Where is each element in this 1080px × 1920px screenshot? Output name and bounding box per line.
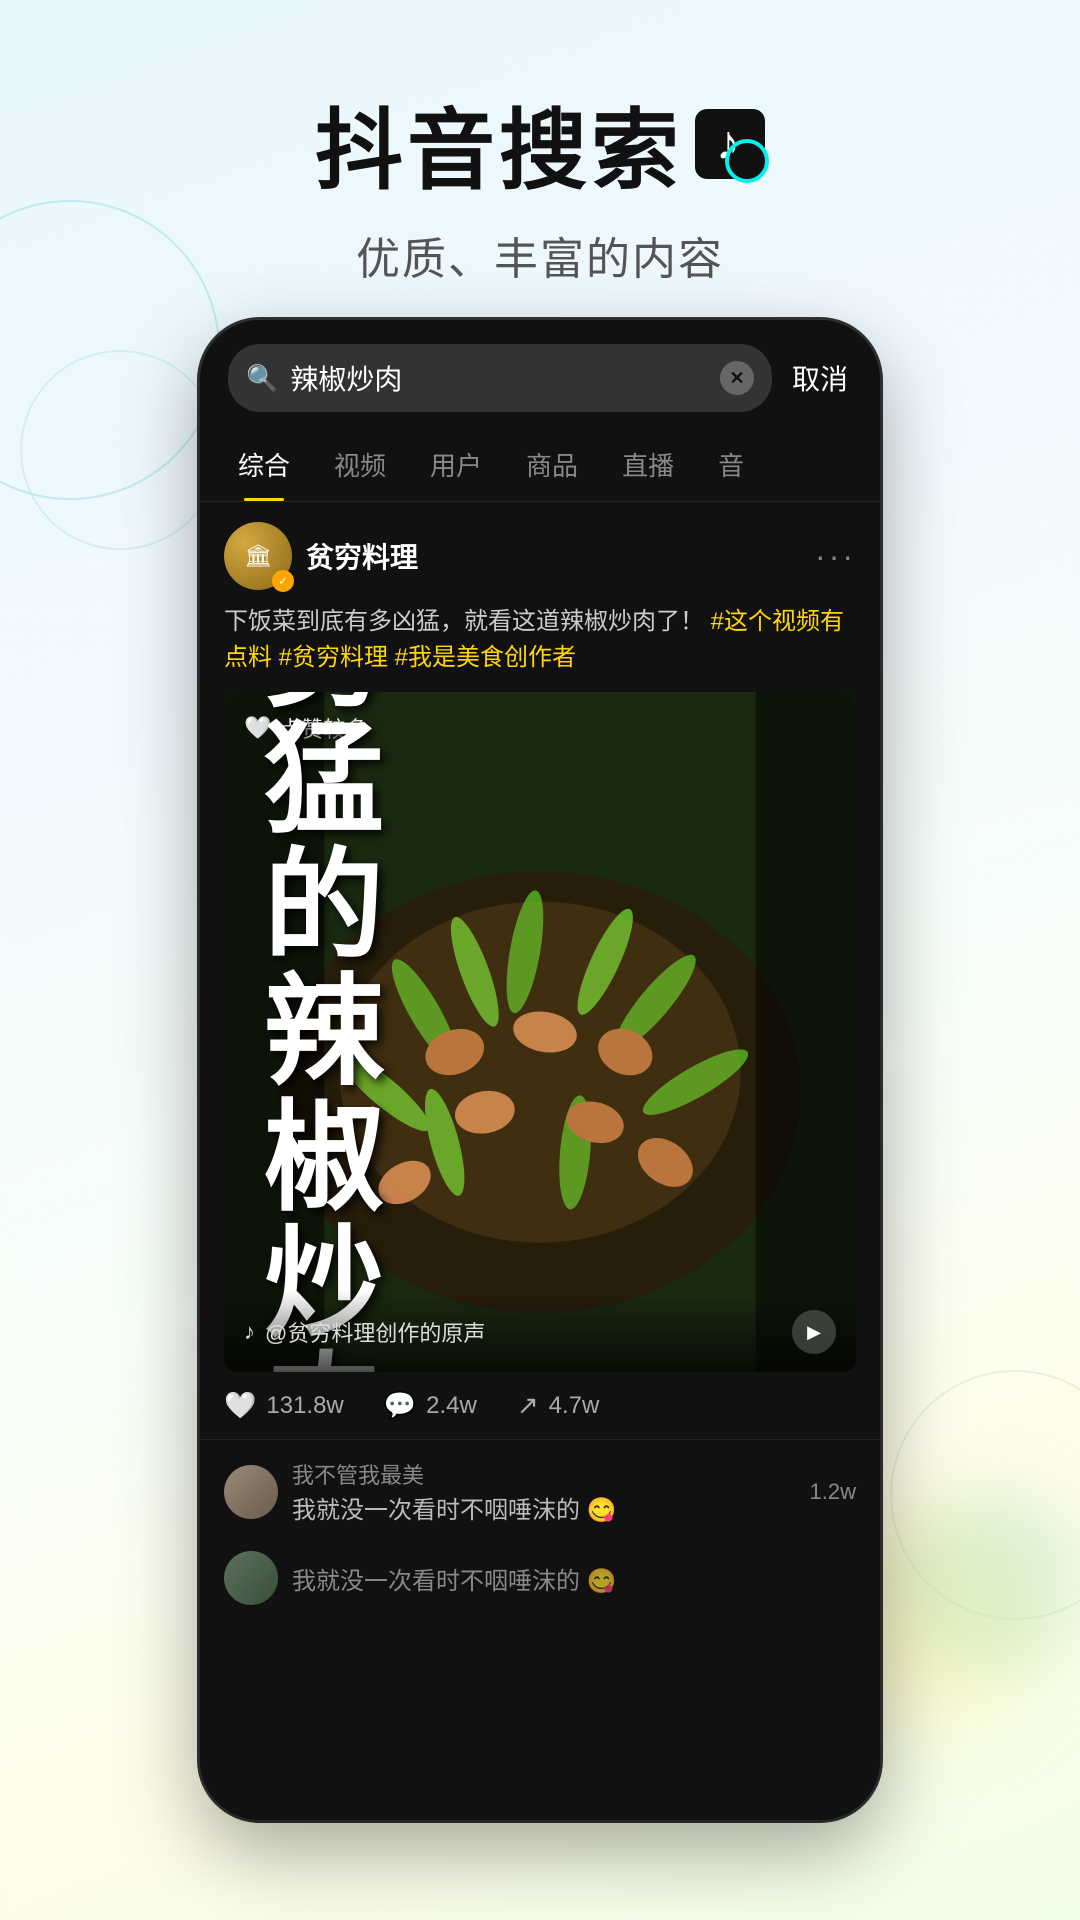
video-source: ♪ @贫穷料理创作的原声 [244, 1316, 485, 1348]
commenter-avatar [224, 1465, 278, 1519]
tab-comprehensive[interactable]: 综合 [216, 428, 312, 501]
like-stat[interactable]: 🤍 131.8w [224, 1390, 344, 1421]
content-area: 🏛 ✓ 贫穷料理 ··· 下饭菜到底有多凶猛，就看这道辣椒炒肉了！ #这个视频有… [200, 502, 880, 1820]
phone-outer: 🔍 辣椒炒肉 ✕ 取消 综合 视频 用户 商品 [200, 320, 880, 1820]
verified-badge: ✓ [272, 570, 294, 592]
search-input-box[interactable]: 🔍 辣椒炒肉 ✕ [228, 344, 772, 412]
app-title-row: 抖音搜索 ♪ [0, 80, 1080, 207]
comment-count-badge: 1.2w [810, 1479, 856, 1505]
search-bar-row: 🔍 辣椒炒肉 ✕ 取消 [200, 320, 880, 428]
comment-content: 我不管我最美 我就没一次看时不咽唾沫的 😋 [292, 1458, 796, 1525]
tab-audio[interactable]: 音 [696, 428, 766, 501]
comment-text: 我就没一次看时不咽唾沫的 😋 [292, 1490, 796, 1525]
app-title-text: 抖音搜索 [315, 80, 683, 207]
video-bottom-bar: ♪ @贫穷料理创作的原声 ▶ [224, 1290, 856, 1372]
tab-product[interactable]: 商品 [504, 428, 600, 501]
search-icon: 🔍 [246, 363, 278, 394]
tiktok-note-icon: ♪ [716, 116, 744, 171]
phone-screen: 🔍 辣椒炒肉 ✕ 取消 综合 视频 用户 商品 [200, 320, 880, 1820]
share-stat[interactable]: ↗ 4.7w [517, 1390, 600, 1421]
header-section: 抖音搜索 ♪ 优质、丰富的内容 [0, 0, 1080, 327]
commenter-avatar-2 [224, 1551, 278, 1605]
share-icon: ↗ [517, 1390, 539, 1421]
tabs-row: 综合 视频 用户 商品 直播 音 [200, 428, 880, 502]
avatar-wrapper: 🏛 ✓ [224, 522, 292, 590]
stats-row: 🤍 131.8w 💬 2.4w ↗ 4.7w [200, 1372, 880, 1440]
phone-mockup: 🔍 辣椒炒肉 ✕ 取消 综合 视频 用户 商品 [200, 320, 880, 1820]
search-query-text: 辣椒炒肉 [290, 358, 708, 398]
comment-icon: 💬 [384, 1390, 416, 1421]
comment-content-2: 我就没一次看时不咽唾沫的 😋 [292, 1561, 856, 1596]
play-button[interactable]: ▶ [792, 1310, 836, 1354]
tab-user[interactable]: 用户 [408, 428, 504, 501]
bg-decoration-circle-2 [20, 350, 220, 550]
like-icon: 🤍 [224, 1390, 256, 1421]
clear-search-button[interactable]: ✕ [720, 361, 754, 395]
post-user[interactable]: 🏛 ✓ 贫穷料理 [224, 522, 418, 590]
tiktok-logo-small: ♪ [244, 1319, 255, 1345]
video-thumbnail[interactable]: 🤍 点赞较多 勇猛的辣椒炒肉 [224, 692, 856, 1372]
post-header: 🏛 ✓ 贫穷料理 ··· [224, 522, 856, 590]
tab-video[interactable]: 视频 [312, 428, 408, 501]
commenter-name: 我不管我最美 [292, 1458, 796, 1490]
cancel-search-button[interactable]: 取消 [788, 350, 852, 406]
comment-count: 2.4w [426, 1392, 477, 1420]
header-subtitle: 优质、丰富的内容 [0, 223, 1080, 287]
share-count: 4.7w [549, 1392, 600, 1420]
more-options-button[interactable]: ··· [815, 538, 856, 575]
tiktok-icon: ♪ [695, 109, 765, 179]
post-card: 🏛 ✓ 贫穷料理 ··· 下饭菜到底有多凶猛，就看这道辣椒炒肉了！ #这个视频有… [200, 502, 880, 1372]
like-count: 131.8w [266, 1392, 343, 1420]
comment-stat[interactable]: 💬 2.4w [384, 1390, 477, 1421]
comment-text-2: 我就没一次看时不咽唾沫的 😋 [292, 1561, 856, 1596]
bg-blob-green [900, 1490, 1080, 1670]
video-overlay-text: 勇猛的辣椒炒肉 [264, 692, 379, 1372]
comment-preview-row: 我不管我最美 我就没一次看时不咽唾沫的 😋 1.2w [200, 1440, 880, 1543]
video-text-overlay: 勇猛的辣椒炒肉 [224, 692, 856, 1372]
tab-live[interactable]: 直播 [600, 428, 696, 501]
comment-preview-row-2: 我就没一次看时不咽唾沫的 😋 [200, 1543, 880, 1613]
post-description: 下饭菜到底有多凶猛，就看这道辣椒炒肉了！ #这个视频有点料 #贫穷料理 #我是美… [224, 604, 856, 676]
username: 贫穷料理 [306, 536, 418, 576]
